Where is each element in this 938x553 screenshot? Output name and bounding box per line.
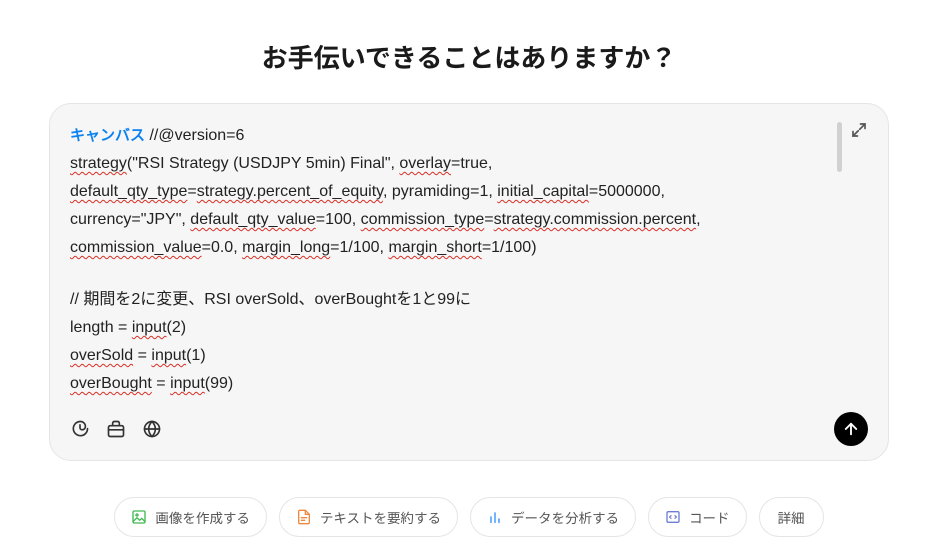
chip-label: 画像を作成する (155, 507, 250, 527)
scrollbar[interactable] (837, 122, 842, 172)
expand-icon[interactable] (850, 120, 868, 138)
chart-icon (487, 509, 503, 525)
image-icon (131, 509, 147, 525)
canvas-label: キャンバス (70, 127, 145, 144)
chip-more[interactable]: 詳細 (759, 497, 824, 537)
chip-code[interactable]: コード (648, 497, 747, 537)
chip-label: テキストを要約する (320, 507, 441, 527)
chip-label: データを分析する (511, 507, 619, 527)
chip-label: コード (689, 507, 730, 527)
web-icon[interactable] (142, 419, 162, 439)
chip-create-image[interactable]: 画像を作成する (114, 497, 267, 537)
chip-analyze[interactable]: データを分析する (470, 497, 636, 537)
chip-label: 詳細 (778, 507, 805, 527)
chat-input-container[interactable]: キャンバス //@version=6 strategy("RSI Strateg… (49, 103, 889, 461)
page-title: お手伝いできることはありますか？ (0, 0, 938, 103)
attach-icon[interactable] (70, 419, 90, 439)
input-toolbar (70, 412, 868, 446)
code-input-content[interactable]: キャンバス //@version=6 strategy("RSI Strateg… (70, 122, 868, 398)
code-icon (665, 509, 681, 525)
tools-icon[interactable] (106, 419, 126, 439)
send-button[interactable] (834, 412, 868, 446)
suggestion-chips: 画像を作成する テキストを要約する データを分析する コード 詳細 (0, 497, 938, 537)
chip-summarize[interactable]: テキストを要約する (279, 497, 458, 537)
document-icon (296, 509, 312, 525)
